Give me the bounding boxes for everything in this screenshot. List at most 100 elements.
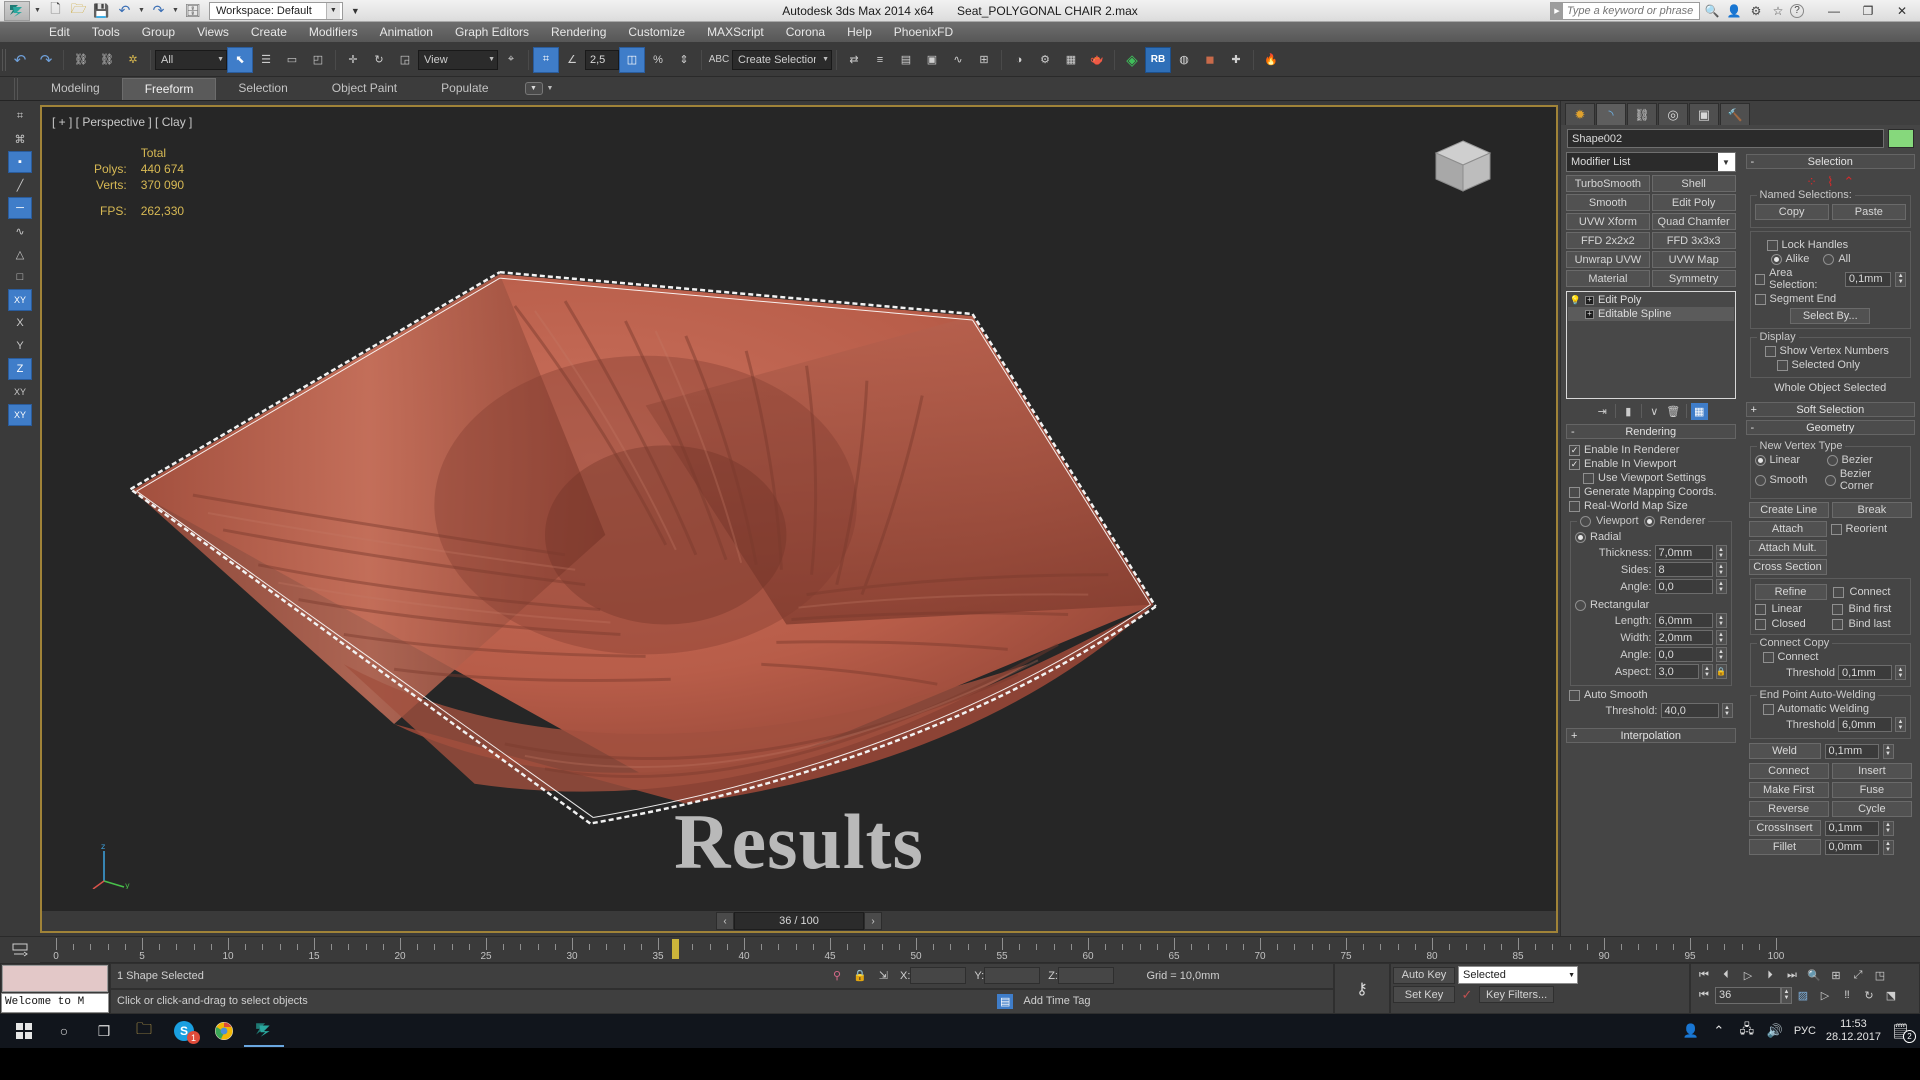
copy-button[interactable]: Copy: [1755, 204, 1829, 220]
sidebar-item-grid[interactable]: ⌗: [8, 105, 32, 127]
crossinsert-field[interactable]: 0,1mm: [1825, 821, 1879, 836]
menu-item-views[interactable]: Views: [186, 22, 240, 43]
next-frame-icon[interactable]: ⏵: [1759, 966, 1781, 984]
aspect-lock-icon[interactable]: 🔒: [1716, 664, 1727, 679]
ribbon-minimize-icon[interactable]: ▼: [525, 82, 543, 95]
redo-dropdown-icon[interactable]: ▼: [171, 1, 180, 20]
linear-radio[interactable]: [1755, 455, 1766, 466]
tab-modify[interactable]: ◝: [1596, 103, 1626, 125]
chrome-icon[interactable]: [204, 1015, 244, 1047]
zoom-icon[interactable]: 🔍: [1803, 966, 1825, 984]
redo-icon[interactable]: ↷: [148, 1, 169, 20]
menu-item-rendering[interactable]: Rendering: [540, 22, 617, 43]
ribbon-grip[interactable]: [14, 78, 19, 100]
stack-item-editable-spline[interactable]: + Editable Spline: [1568, 307, 1734, 321]
volume-icon[interactable]: 🔊: [1766, 1022, 1784, 1040]
enable-in-renderer-checkbox[interactable]: [1569, 445, 1580, 456]
snaps-toggle-icon[interactable]: ⌗: [533, 47, 559, 73]
automatic-welding-checkbox[interactable]: [1763, 704, 1774, 715]
sidebar-item-edge[interactable]: ╱: [8, 174, 32, 196]
go-to-frame-icon[interactable]: ⏮: [1693, 986, 1715, 1004]
weld-threshold-field[interactable]: 0,1mm: [1825, 744, 1879, 759]
menu-item-modifiers[interactable]: Modifiers: [298, 22, 369, 43]
network-icon[interactable]: 🖧: [1738, 1022, 1756, 1040]
use-viewport-settings-row[interactable]: Use Viewport Settings: [1569, 472, 1733, 484]
make-unique-icon[interactable]: ∨: [1646, 403, 1663, 420]
new-file-icon[interactable]: 🗋: [45, 1, 66, 20]
chevron-down-icon[interactable]: ▼: [1718, 153, 1735, 171]
zoom-extents-icon[interactable]: ⤢: [1847, 966, 1869, 984]
task-search-icon[interactable]: ○: [44, 1015, 84, 1047]
material-editor-icon[interactable]: ◑: [1006, 47, 1032, 73]
vertex-type-bezier-corner-row[interactable]: Bezier Corner: [1825, 468, 1906, 492]
undo-icon[interactable]: ↶: [114, 1, 135, 20]
bezier-radio[interactable]: [1827, 455, 1838, 466]
selection-filter-combo[interactable]: All ▼: [155, 50, 227, 70]
add-time-tag-label[interactable]: Add Time Tag: [1023, 995, 1090, 1007]
viewport-label[interactable]: [ + ] [ Perspective ] [ Clay ]: [52, 115, 192, 129]
automatic-welding-row[interactable]: Automatic Welding: [1755, 703, 1907, 715]
menu-item-phoenixfd[interactable]: PhoenixFD: [883, 22, 964, 43]
save-file-icon[interactable]: 💾: [91, 1, 112, 20]
auto-smooth-row[interactable]: Auto Smooth: [1569, 689, 1733, 701]
make-first-button[interactable]: Make First: [1749, 782, 1829, 798]
project-folder-icon[interactable]: 🗄: [182, 1, 203, 20]
configure-modifier-sets-icon[interactable]: ▦: [1691, 403, 1708, 420]
signin-icon[interactable]: 👤: [1724, 1, 1744, 21]
width-spinner[interactable]: ▲▼: [1716, 630, 1727, 645]
show-end-result-icon[interactable]: ▮: [1620, 403, 1637, 420]
graphite-toggle-icon[interactable]: ▣: [919, 47, 945, 73]
aspect-spinner[interactable]: ▲▼: [1702, 664, 1713, 679]
connect-copy-threshold-field[interactable]: 0,1mm: [1838, 665, 1892, 680]
tab-display[interactable]: ▣: [1689, 103, 1719, 125]
corona-proxy-icon[interactable]: ◼: [1197, 47, 1223, 73]
zoom-all-icon[interactable]: ⊞: [1825, 966, 1847, 984]
corona-light-icon[interactable]: ◍: [1171, 47, 1197, 73]
remove-modifier-icon[interactable]: 🗑: [1665, 403, 1682, 420]
sidebar-item-xy-2[interactable]: XY: [8, 404, 32, 426]
modifier-list-dropdown[interactable]: Modifier List ▼: [1566, 152, 1736, 172]
smooth-radio[interactable]: [1755, 475, 1766, 486]
paste-button[interactable]: Paste: [1832, 204, 1906, 220]
align-icon[interactable]: ≡: [867, 47, 893, 73]
all-radio-row[interactable]: All: [1823, 253, 1850, 265]
favorites-icon[interactable]: ☆: [1768, 1, 1788, 21]
width-field[interactable]: 2,0mm: [1655, 630, 1713, 645]
tab-create[interactable]: ✹: [1565, 103, 1595, 125]
tab-object-paint[interactable]: Object Paint: [310, 78, 419, 99]
named-selection-set-combo[interactable]: Create Selection Se ▼: [732, 50, 832, 70]
bind-to-space-warp-icon[interactable]: ✲: [120, 47, 146, 73]
redo-scene-operation-icon[interactable]: ↷: [33, 47, 59, 73]
workspace-selector[interactable]: Workspace: Default ▼: [209, 2, 343, 20]
file-explorer-icon[interactable]: 🗀: [124, 1015, 164, 1047]
app-menu-button[interactable]: [4, 1, 30, 21]
sidebar-item-snap[interactable]: ⌘: [8, 128, 32, 150]
schematic-view-icon[interactable]: ⊞: [971, 47, 997, 73]
sidebar-item-element[interactable]: □: [8, 266, 32, 288]
render-production-icon[interactable]: 🫖: [1084, 47, 1110, 73]
unlink-selection-icon[interactable]: ⛓: [94, 47, 120, 73]
selected-only-row[interactable]: Selected Only: [1755, 359, 1907, 371]
play-animation-icon[interactable]: ▷: [1737, 966, 1759, 984]
sidebar-item-xy-1[interactable]: XY: [8, 289, 32, 311]
segment-end-checkbox[interactable]: [1755, 294, 1766, 305]
sides-spinner[interactable]: ▲▼: [1716, 562, 1727, 577]
y-field[interactable]: [984, 967, 1040, 984]
expand-icon[interactable]: +: [1585, 310, 1594, 319]
maxscript-mini-listener[interactable]: Welcome to M: [0, 963, 110, 1014]
spline-sub-object-icon[interactable]: ⌃: [1843, 174, 1854, 190]
menu-item-maxscript[interactable]: MAXScript: [696, 22, 775, 43]
crossinsert-button[interactable]: CrossInsert: [1749, 820, 1821, 836]
connect-copy-threshold-spinner[interactable]: ▲▼: [1895, 665, 1906, 680]
window-crossing-icon[interactable]: ◰: [305, 47, 331, 73]
reference-coordinate-system-combo[interactable]: View ▼: [418, 50, 498, 70]
welding-threshold-field[interactable]: 6,0mm: [1838, 717, 1892, 732]
soft-selection-rollout-header[interactable]: + Soft Selection: [1746, 402, 1916, 417]
menu-item-customize[interactable]: Customize: [617, 22, 696, 43]
menu-item-animation[interactable]: Animation: [369, 22, 444, 43]
open-file-icon[interactable]: 🗁: [68, 1, 89, 20]
select-by-name-icon[interactable]: ☰: [253, 47, 279, 73]
select-object-icon[interactable]: ⬉: [227, 47, 253, 73]
vertex-type-linear-row[interactable]: Linear: [1755, 454, 1817, 466]
vertex-type-bezier-row[interactable]: Bezier: [1827, 454, 1873, 466]
